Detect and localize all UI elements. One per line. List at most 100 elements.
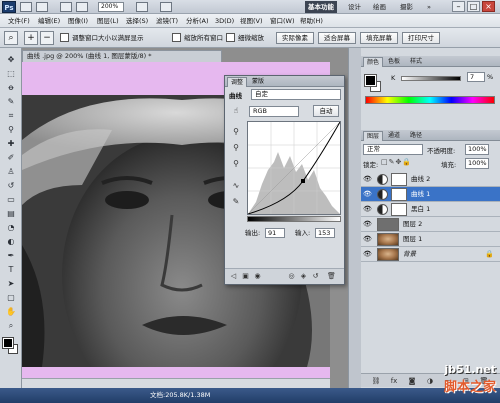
workspace-painting[interactable]: 绘画: [370, 1, 389, 13]
output-field[interactable]: 91: [265, 228, 285, 238]
curves-preset-select[interactable]: 自定: [251, 89, 341, 100]
workspace-essentials[interactable]: 基本功能: [305, 1, 337, 13]
workspace-design[interactable]: 设计: [345, 1, 364, 13]
brush-tool-icon[interactable]: ✐: [4, 152, 18, 164]
tab-channels[interactable]: 通道: [385, 131, 403, 141]
document-tab[interactable]: 曲线 .jpg @ 200% (曲线 1, 图层蒙版/8) *: [22, 50, 222, 62]
move-tool-icon[interactable]: ✥: [4, 54, 18, 66]
hand-tool-icon[interactable]: ✋: [4, 306, 18, 318]
layer-style-icon[interactable]: fx: [389, 376, 399, 386]
new-adjustment-icon[interactable]: ◑: [425, 376, 435, 386]
clone-stamp-tool-icon[interactable]: ♙: [4, 166, 18, 178]
delete-adjustment-icon[interactable]: 🗑: [327, 272, 336, 281]
k-slider[interactable]: [401, 76, 461, 81]
reset-icon[interactable]: ↺: [311, 272, 320, 281]
expanded-view-icon[interactable]: ▣: [241, 272, 250, 281]
zoom-all-checkbox[interactable]: [172, 33, 181, 42]
curve-control-point[interactable]: [301, 179, 305, 183]
healing-brush-tool-icon[interactable]: ✚: [4, 138, 18, 150]
zoom-level-field[interactable]: 200%: [98, 2, 124, 12]
input-field[interactable]: 153: [315, 228, 335, 238]
layer-row-background[interactable]: 👁 背景 🔒: [361, 247, 500, 262]
layer-visibility-eye-icon[interactable]: 👁: [363, 250, 372, 259]
tab-paths[interactable]: 路径: [407, 131, 425, 141]
clip-to-layer-icon[interactable]: ◉: [253, 272, 262, 281]
arrange-documents-icon[interactable]: [136, 2, 148, 12]
menu-image[interactable]: 图像(I): [68, 16, 88, 26]
shape-tool-icon[interactable]: ▢: [4, 292, 18, 304]
quick-select-tool-icon[interactable]: ✎: [4, 96, 18, 108]
layer-row-layer-1[interactable]: 👁 图层 1: [361, 232, 500, 247]
pen-tool-icon[interactable]: ✒: [4, 250, 18, 262]
fill-field[interactable]: 100%: [465, 158, 489, 169]
menu-layer[interactable]: 图层(L): [97, 16, 119, 26]
menu-analysis[interactable]: 分析(A): [186, 16, 209, 26]
scrubby-zoom-checkbox[interactable]: [226, 33, 235, 42]
foreground-color-swatch[interactable]: [2, 337, 14, 349]
eyedropper-tool-icon[interactable]: ⚲: [4, 124, 18, 136]
curve-graph[interactable]: [247, 121, 341, 215]
layer-visibility-eye-icon[interactable]: 👁: [363, 220, 372, 229]
tab-layers[interactable]: 图层: [363, 131, 384, 141]
channel-select[interactable]: RGB: [249, 106, 299, 117]
layer-row-curves-1[interactable]: 👁 曲线 1: [361, 187, 500, 202]
menu-help[interactable]: 帮助(H): [300, 16, 323, 26]
blend-mode-select[interactable]: 正常: [363, 144, 423, 155]
zoom-tool-icon[interactable]: ⌕: [4, 320, 18, 332]
layer-mask-thumbnail[interactable]: [391, 173, 407, 186]
history-brush-tool-icon[interactable]: ↺: [4, 180, 18, 192]
layer-row-layer-2[interactable]: 👁 图层 2: [361, 217, 500, 232]
print-size-button[interactable]: 打印尺寸: [402, 32, 440, 44]
path-selection-tool-icon[interactable]: ➤: [4, 278, 18, 290]
menu-view[interactable]: 视图(V): [240, 16, 263, 26]
workspace-more[interactable]: »: [424, 1, 434, 13]
gray-point-eyedropper-icon[interactable]: ⚲: [230, 142, 242, 154]
zoom-tool-preset-icon[interactable]: ⌕: [4, 31, 18, 45]
menu-filter[interactable]: 滤镜(T): [156, 16, 178, 26]
lock-icons[interactable]: □✎✥🔒: [381, 158, 412, 166]
return-to-list-icon[interactable]: ◁: [229, 272, 238, 281]
view-previous-icon[interactable]: ◈: [299, 272, 308, 281]
black-point-eyedropper-icon[interactable]: ⚲: [230, 126, 242, 138]
color-spectrum[interactable]: [365, 96, 495, 104]
resize-windows-checkbox[interactable]: [60, 33, 69, 42]
layer-mask-thumbnail[interactable]: [391, 203, 407, 216]
layer-visibility-eye-icon[interactable]: 👁: [363, 235, 372, 244]
canvas-horizontal-scrollbar[interactable]: [22, 378, 330, 388]
opacity-field[interactable]: 100%: [465, 144, 489, 155]
lasso-tool-icon[interactable]: ꝋ: [4, 82, 18, 94]
menu-select[interactable]: 选择(S): [126, 16, 148, 26]
link-layers-icon[interactable]: ⛓: [371, 376, 381, 386]
close-button[interactable]: ×: [482, 1, 495, 12]
layer-mask-thumbnail[interactable]: [391, 188, 407, 201]
add-mask-icon[interactable]: ◙: [407, 376, 417, 386]
blur-tool-icon[interactable]: ◔: [4, 222, 18, 234]
dodge-tool-icon[interactable]: ◐: [4, 236, 18, 248]
panel-foreground-color[interactable]: [364, 74, 377, 87]
white-point-eyedropper-icon[interactable]: ⚲: [230, 158, 242, 170]
auto-button[interactable]: 自动: [313, 105, 339, 117]
tab-swatches[interactable]: 色板: [385, 57, 403, 67]
hand-tool-icon[interactable]: [60, 2, 72, 12]
menu-window[interactable]: 窗口(W): [270, 16, 295, 26]
layer-visibility-eye-icon[interactable]: 👁: [363, 175, 372, 184]
bridge-icon[interactable]: [20, 2, 32, 12]
actual-pixels-button[interactable]: 实际像素: [276, 32, 314, 44]
edit-points-icon[interactable]: ∿: [230, 180, 242, 192]
zoom-in-icon[interactable]: +: [24, 31, 38, 45]
tab-color[interactable]: 颜色: [363, 57, 384, 67]
targeted-adjustment-icon[interactable]: ☝: [230, 105, 242, 117]
screen-mode-icon[interactable]: [160, 2, 172, 12]
menu-3d[interactable]: 3D(D): [215, 16, 234, 26]
mini-bridge-icon[interactable]: [36, 2, 48, 12]
tab-masks[interactable]: 蒙版: [249, 77, 267, 87]
marquee-tool-icon[interactable]: ⬚: [4, 68, 18, 80]
layer-visibility-eye-icon[interactable]: 👁: [363, 205, 372, 214]
layer-row-black-white-1[interactable]: 👁 黑白 1: [361, 202, 500, 217]
zoom-tool-icon[interactable]: [76, 2, 88, 12]
workspace-photography[interactable]: 摄影: [397, 1, 416, 13]
minimize-button[interactable]: –: [452, 1, 465, 12]
zoom-out-icon[interactable]: −: [40, 31, 54, 45]
type-tool-icon[interactable]: T: [4, 264, 18, 276]
fit-screen-button[interactable]: 适合屏幕: [318, 32, 356, 44]
